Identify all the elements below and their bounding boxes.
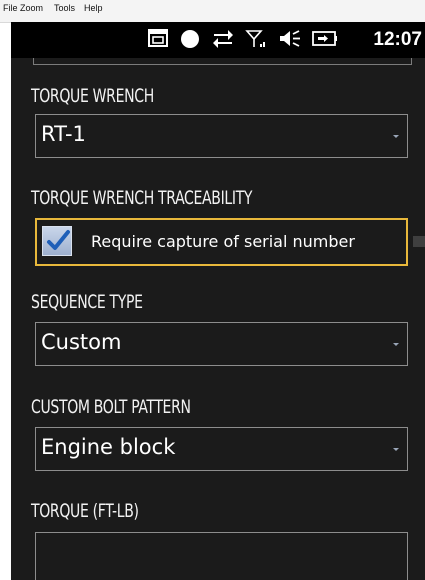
record-dot-icon [179,27,201,57]
custom-bolt-pattern-label: CUSTOM BOLT PATTERN [31,396,191,418]
dropdown-arrow-icon [393,135,399,138]
torque-wrench-select[interactable]: RT-1 [35,114,408,158]
torque-input[interactable] [35,532,408,580]
custom-bolt-pattern-select[interactable]: Engine block [35,427,408,471]
settings-form: TORQUE WRENCH RT-1 TORQUE WRENCH TRACEAB… [11,58,425,580]
status-time: 12:07 [373,29,422,50]
checkmark-icon[interactable] [42,226,72,256]
menu-zoom[interactable]: Zoom [20,3,43,13]
data-transfer-icon [211,27,235,57]
sequence-type-value: Custom [41,330,122,354]
sync-window-icon [147,27,169,57]
device-screen: 12:07 TORQUE WRENCH RT-1 TORQUE WRENCH T… [11,22,425,580]
sequence-type-select[interactable]: Custom [35,322,408,366]
torque-label: TORQUE (FT-LB) [31,500,139,522]
require-serial-checkbox-row[interactable]: Require capture of serial number [35,218,408,266]
window-menu-bar: File Zoom Tools Help [0,0,425,23]
previous-field-edge [33,58,412,65]
torque-wrench-label: TORQUE WRENCH [31,85,154,107]
custom-bolt-pattern-value: Engine block [41,435,176,459]
require-serial-label: Require capture of serial number [91,232,355,251]
menu-tools[interactable]: Tools [54,3,75,13]
dropdown-arrow-icon [393,448,399,451]
status-bar: 12:07 [11,22,425,58]
speaker-icon [278,27,302,57]
dropdown-arrow-icon [393,343,399,346]
menu-file[interactable]: File [3,3,18,13]
battery-icon [312,27,338,57]
sequence-type-label: SEQUENCE TYPE [31,291,143,313]
torque-wrench-value: RT-1 [41,122,86,146]
menu-help[interactable]: Help [84,3,103,13]
scrollbar-handle[interactable] [413,236,425,247]
signal-icon [245,27,267,57]
traceability-label: TORQUE WRENCH TRACEABILITY [31,187,253,209]
